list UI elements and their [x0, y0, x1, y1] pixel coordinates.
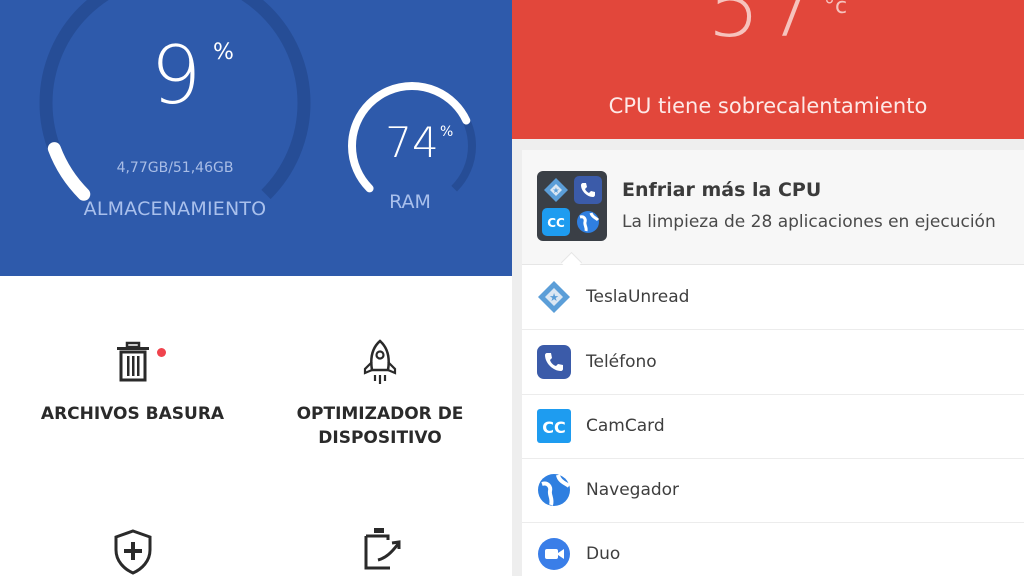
phone-mini-icon [581, 183, 595, 197]
svg-text:★: ★ [552, 186, 559, 195]
battery-saver-tile[interactable] [280, 526, 480, 576]
tesla-unread-mini-icon: ★ [544, 178, 568, 202]
cool-cpu-header[interactable]: ★ CC Enfriar más la CPU La limpieza de 2… [522, 150, 1024, 274]
storage-percent-value: 9 [150, 29, 202, 122]
ram-label[interactable]: RAM [365, 191, 455, 213]
app-name: TeslaUnread [586, 287, 690, 307]
trash-icon [116, 341, 149, 382]
device-optimizer-tile[interactable]: OPTIMIZADOR DE DISPOSITIVO [280, 338, 480, 450]
list-item-app[interactable]: Teléfono [522, 330, 1024, 395]
cool-cpu-title: Enfriar más la CPU [622, 179, 822, 201]
list-item-app[interactable]: CC CamCard [522, 394, 1024, 459]
app-name: Teléfono [586, 352, 657, 372]
browser-mini-icon [577, 211, 600, 233]
app-name: Navegador [586, 480, 680, 500]
camcard-icon: CC [537, 409, 571, 443]
status-header: 9 % 4,77GB/51,46GB ALMACENAMIENTO 74 % R… [0, 0, 512, 276]
cool-cpu-subtitle: La limpieza de 28 aplicaciones en ejecuc… [622, 212, 996, 232]
junk-files-label: ARCHIVOS BASURA [40, 404, 225, 424]
cool-cpu-card: ★ CC Enfriar más la CPU La limpieza de 2… [522, 150, 1024, 576]
device-optimizer-label-line1: OPTIMIZADOR DE [296, 404, 464, 424]
app-grid-icon: ★ CC [537, 171, 607, 241]
cpu-temperature-value: 57 [707, 0, 822, 56]
cpu-cooler-panel: 57 °c CPU tiene sobrecalentamiento ★ CC … [512, 0, 1024, 576]
duo-video-icon [538, 538, 570, 570]
cpu-overheat-message: CPU tiene sobrecalentamiento [608, 94, 928, 118]
list-item-app[interactable]: Navegador [522, 458, 1024, 523]
phone-icon [537, 345, 571, 379]
app-name: Duo [586, 544, 621, 564]
device-optimizer-label-line2: DISPOSITIVO [318, 428, 442, 448]
list-item-app[interactable]: ★ TeslaUnread [522, 265, 1024, 330]
app-name: CamCard [586, 416, 665, 436]
svg-text:★: ★ [549, 291, 559, 304]
ram-percent-value: 74 [385, 118, 439, 167]
svg-text:CC: CC [547, 216, 565, 230]
rocket-icon [363, 339, 397, 384]
shield-plus-icon [114, 529, 151, 575]
notification-dot [157, 348, 166, 357]
battery-rotate-icon [364, 528, 401, 570]
security-tile[interactable] [30, 528, 235, 576]
device-status-panel: 9 % 4,77GB/51,46GB ALMACENAMIENTO 74 % R… [0, 0, 512, 576]
tesla-unread-icon: ★ [538, 281, 570, 313]
storage-percent-sign: % [213, 40, 234, 65]
cpu-temperature-unit: °c [824, 0, 848, 19]
ram-percent-sign: % [440, 124, 454, 140]
camcard-mini-icon: CC [547, 216, 565, 230]
svg-text:CC: CC [542, 418, 565, 437]
junk-files-tile[interactable]: ARCHIVOS BASURA [30, 340, 235, 426]
cpu-temperature-header: 57 °c CPU tiene sobrecalentamiento [512, 0, 1024, 139]
list-item-app[interactable]: Duo [522, 522, 1024, 576]
browser-globe-icon [538, 474, 571, 506]
storage-usage: 4,77GB/51,46GB [116, 160, 234, 176]
storage-label[interactable]: ALMACENAMIENTO [60, 198, 290, 220]
